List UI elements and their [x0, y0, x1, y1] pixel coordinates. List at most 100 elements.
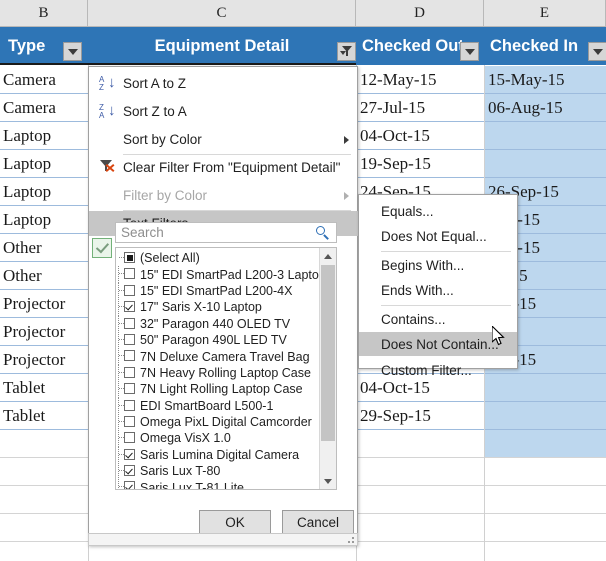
- cell-empty[interactable]: [485, 430, 606, 458]
- cell-type[interactable]: Projector: [0, 290, 88, 318]
- cell-checked_in[interactable]: [485, 150, 606, 178]
- cell-type[interactable]: Camera: [0, 66, 88, 94]
- cell-empty[interactable]: [485, 486, 606, 514]
- cell-checked_out[interactable]: 19-Sep-15: [357, 150, 484, 178]
- menu-item-label: Sort Z to A: [123, 104, 187, 119]
- filter-list-item[interactable]: 15" EDI SmartPad L200-3 Laptop: [116, 266, 336, 282]
- filter-button-checked-out[interactable]: [460, 42, 479, 61]
- cell-checked_in[interactable]: [485, 122, 606, 150]
- cell-empty[interactable]: [0, 542, 88, 561]
- cell-empty[interactable]: [357, 430, 484, 458]
- checkbox-checked[interactable]: [124, 465, 135, 476]
- menu-item-sort-a-to-z[interactable]: AZ↓Sort A to Z: [89, 71, 357, 96]
- filter-button-checked-in[interactable]: [588, 42, 606, 61]
- filter-list-item[interactable]: 15" EDI SmartPad L200-4X: [116, 283, 336, 299]
- cell-type[interactable]: Laptop: [0, 150, 88, 178]
- submenu-item-begins-with[interactable]: Begins With...: [359, 253, 517, 277]
- submenu-item-custom-filter[interactable]: Custom Filter...: [359, 358, 517, 382]
- submenu-item-ends-with[interactable]: Ends With...: [359, 278, 517, 302]
- cell-checked_out[interactable]: 29-Sep-15: [357, 402, 484, 430]
- column-header-d[interactable]: D: [356, 0, 484, 27]
- checkbox-unchecked[interactable]: [124, 285, 135, 296]
- filter-value-list[interactable]: (Select All)15" EDI SmartPad L200-3 Lapt…: [115, 247, 337, 490]
- checkbox-checked[interactable]: [124, 449, 135, 460]
- cell-checked_in[interactable]: 06-Aug-15: [485, 94, 606, 122]
- cell-empty[interactable]: [357, 458, 484, 486]
- submenu-item-does-not-contain[interactable]: Does Not Contain...: [359, 332, 517, 356]
- cell-type[interactable]: Projector: [0, 318, 88, 346]
- column-header-c[interactable]: C: [88, 0, 356, 27]
- filter-list-item[interactable]: Saris Lux T-81 Lite: [116, 479, 336, 490]
- cell-empty[interactable]: [0, 458, 88, 486]
- cell-type[interactable]: Camera: [0, 94, 88, 122]
- cell-checked_out[interactable]: 12-May-15: [357, 66, 484, 94]
- filter-list-item[interactable]: 7N Heavy Rolling Laptop Case: [116, 365, 336, 381]
- checkbox-unchecked[interactable]: [124, 432, 135, 443]
- cell-checked_in[interactable]: [485, 402, 606, 430]
- cancel-button[interactable]: Cancel: [282, 510, 354, 534]
- scrollbar-thumb[interactable]: [321, 265, 335, 441]
- cell-type[interactable]: Tablet: [0, 402, 88, 430]
- filter-list-item[interactable]: 7N Deluxe Camera Travel Bag: [116, 348, 336, 364]
- cell-empty[interactable]: [0, 430, 88, 458]
- column-header-b[interactable]: B: [0, 0, 88, 27]
- panel-resize-handle[interactable]: [88, 533, 358, 546]
- cell-checked_out[interactable]: 04-Oct-15: [357, 122, 484, 150]
- cell-empty[interactable]: [0, 514, 88, 542]
- filter-button-equipment-detail[interactable]: [337, 42, 356, 61]
- checkbox-unchecked[interactable]: [124, 400, 135, 411]
- filter-list-item[interactable]: Omega PixL Digital Camcorder: [116, 414, 336, 430]
- filter-button-type[interactable]: [63, 42, 82, 61]
- cell-empty[interactable]: [485, 542, 606, 561]
- cell-type[interactable]: Laptop: [0, 122, 88, 150]
- cell-empty[interactable]: [357, 542, 484, 561]
- checkbox-checked[interactable]: [124, 301, 135, 312]
- checkbox-partial[interactable]: [124, 252, 135, 263]
- filter-list-item[interactable]: (Select All): [116, 250, 336, 266]
- checkbox-unchecked[interactable]: [124, 334, 135, 345]
- scroll-up-button[interactable]: [320, 248, 336, 264]
- filter-list-item[interactable]: EDI SmartBoard L500-1: [116, 398, 336, 414]
- filter-list-item[interactable]: Saris Lux T-80: [116, 463, 336, 479]
- menu-item-sort-z-to-a[interactable]: ZA↓Sort Z to A: [89, 99, 357, 124]
- cell-empty[interactable]: [357, 486, 484, 514]
- scroll-down-button[interactable]: [320, 473, 336, 489]
- checkbox-unchecked[interactable]: [124, 318, 135, 329]
- cell-type[interactable]: Other: [0, 234, 88, 262]
- cell-empty[interactable]: [0, 486, 88, 514]
- submenu-item-does-not-equal[interactable]: Does Not Equal...: [359, 224, 517, 248]
- filter-list-item[interactable]: Omega VisX 1.0: [116, 430, 336, 446]
- cell-type[interactable]: Other: [0, 262, 88, 290]
- checkbox-unchecked[interactable]: [124, 350, 135, 361]
- chevron-down-icon: [68, 49, 78, 55]
- menu-item-sort-by-color[interactable]: Sort by Color: [89, 127, 357, 152]
- filter-item-label: (Select All): [140, 251, 200, 265]
- menu-item-filter-by-color[interactable]: Filter by Color: [89, 183, 357, 208]
- filter-list-item[interactable]: 17" Saris X-10 Laptop: [116, 299, 336, 315]
- cell-empty[interactable]: [485, 458, 606, 486]
- cell-checked_out[interactable]: 27-Jul-15: [357, 94, 484, 122]
- cell-empty[interactable]: [357, 514, 484, 542]
- filter-list-item[interactable]: 7N Light Rolling Laptop Case: [116, 381, 336, 397]
- cell-checked_in[interactable]: 15-May-15: [485, 66, 606, 94]
- checkbox-unchecked[interactable]: [124, 416, 135, 427]
- filter-list-scrollbar[interactable]: [319, 248, 336, 489]
- cell-type[interactable]: Laptop: [0, 206, 88, 234]
- filter-list-item[interactable]: 32" Paragon 440 OLED TV: [116, 316, 336, 332]
- cell-type[interactable]: Projector: [0, 346, 88, 374]
- filter-list-item[interactable]: Saris Lumina Digital Camera: [116, 447, 336, 463]
- cell-empty[interactable]: [485, 514, 606, 542]
- filter-list-item[interactable]: 50" Paragon 490L LED TV: [116, 332, 336, 348]
- menu-item-clear-filter-from-equipment-detail[interactable]: Clear Filter From "Equipment Detail": [89, 155, 357, 180]
- checkbox-unchecked[interactable]: [124, 268, 135, 279]
- checkbox-checked[interactable]: [124, 481, 135, 490]
- checkbox-unchecked[interactable]: [124, 367, 135, 378]
- cell-type[interactable]: Laptop: [0, 178, 88, 206]
- submenu-item-equals[interactable]: Equals...: [359, 199, 517, 223]
- checkbox-unchecked[interactable]: [124, 383, 135, 394]
- column-header-e[interactable]: E: [484, 0, 606, 27]
- submenu-item-contains[interactable]: Contains...: [359, 307, 517, 331]
- cell-type[interactable]: Tablet: [0, 374, 88, 402]
- ok-button[interactable]: OK: [199, 510, 271, 534]
- search-input[interactable]: Search: [115, 222, 337, 243]
